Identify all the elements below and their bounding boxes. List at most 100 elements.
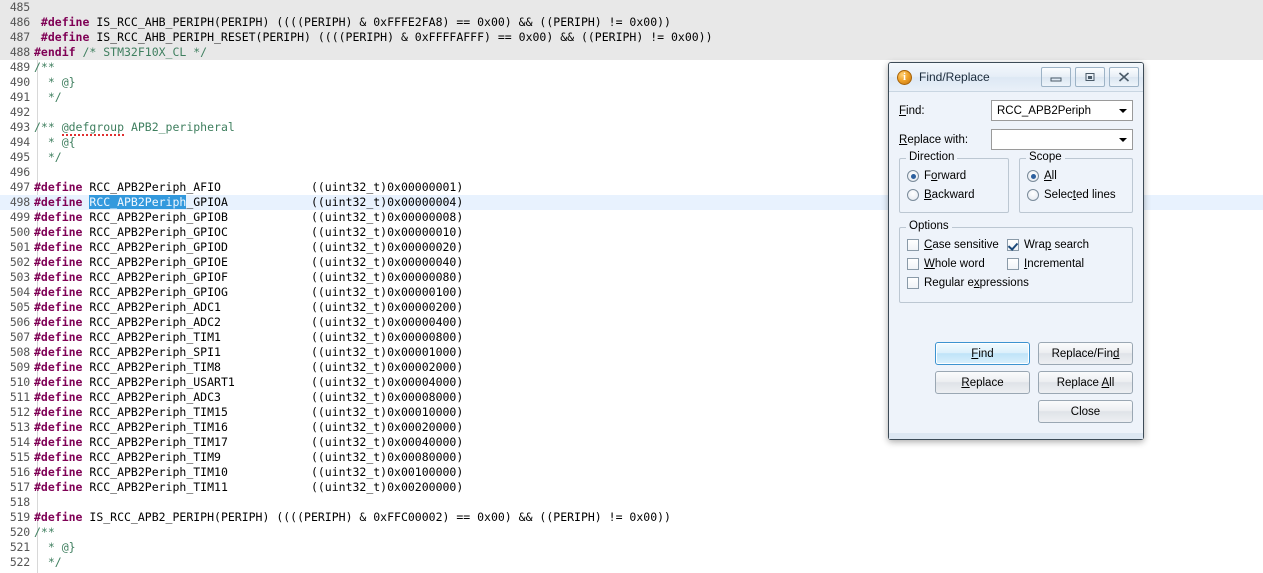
code-line-text: */ (34, 150, 62, 164)
code-token: /** (34, 525, 55, 539)
code-token: RCC_APB2Periph_TIM10 ((uint32_t)0x001000… (89, 465, 464, 479)
radio-all-indicator[interactable] (1027, 170, 1039, 182)
code-line-text: #define RCC_APB2Periph_GPIOB ((uint32_t)… (34, 210, 463, 224)
line-number: 492 (9, 105, 30, 119)
replace-button[interactable]: Replace (935, 371, 1030, 394)
chevron-down-icon[interactable] (1115, 130, 1132, 149)
code-line-text: #define RCC_APB2Periph_TIM10 ((uint32_t)… (34, 465, 463, 479)
info-circle-icon: i (897, 69, 912, 85)
checkbox-wrap-search[interactable]: Wrap search (1007, 239, 1107, 251)
checkbox-whole-word[interactable]: Whole word (907, 258, 1007, 270)
close-button[interactable] (1109, 67, 1139, 87)
replace-label: Replace with: (899, 133, 969, 146)
radio-backward[interactable]: Backward (907, 187, 1001, 203)
code-token: #define (34, 195, 90, 209)
minimize-button[interactable] (1041, 67, 1071, 87)
chevron-down-icon[interactable] (1115, 101, 1132, 120)
code-token: #define (34, 480, 90, 494)
code-line-text: #define RCC_APB2Periph_TIM15 ((uint32_t)… (34, 405, 463, 419)
radio-selected-lines[interactable]: Selected lines (1027, 187, 1125, 203)
line-number: 509 (9, 360, 30, 374)
code-token: _GPIOA ((uint32_t)0x00000004) (186, 195, 464, 209)
code-token: #endif (34, 45, 83, 59)
find-button[interactable]: Find (935, 342, 1030, 365)
find-input[interactable]: RCC_APB2Periph (991, 100, 1133, 121)
line-number: 515 (9, 450, 30, 464)
radio-forward[interactable]: Forward (907, 168, 1001, 184)
code-line[interactable]: 519 #define IS_RCC_APB2_PERIPH(PERIPH) ((… (0, 510, 1263, 525)
code-line-text: #define RCC_APB2Periph_TIM17 ((uint32_t)… (34, 435, 463, 449)
code-line[interactable]: 517 #define RCC_APB2Periph_TIM11 ((uint32… (0, 480, 1263, 495)
checkbox-incremental[interactable]: Incremental (1007, 258, 1107, 270)
radio-selected-lines-indicator[interactable] (1027, 189, 1039, 201)
code-line[interactable]: 518 (0, 495, 1263, 510)
find-input-value: RCC_APB2Periph (997, 104, 1091, 117)
checkbox-incremental-indicator[interactable] (1007, 258, 1019, 270)
checkbox-regular-expressions-label: Regular expressions (924, 277, 1029, 289)
code-token: #define (34, 375, 90, 389)
code-token: RCC_APB2Periph_TIM1 ((uint32_t)0x0000080… (89, 330, 464, 344)
code-line[interactable]: 520 /** (0, 525, 1263, 540)
find-replace-dialog[interactable]: i Find/Replace Find: RCC_APB2Periph Repl… (888, 62, 1144, 440)
code-token: #define (34, 270, 90, 284)
code-line-text: #define RCC_APB2Periph_TIM9 ((uint32_t)0… (34, 450, 463, 464)
code-line[interactable]: 521 * @} (0, 540, 1263, 555)
dialog-titlebar[interactable]: i Find/Replace (889, 63, 1143, 92)
line-number: 519 (9, 510, 30, 524)
code-token: RCC_APB2Periph_ADC1 ((uint32_t)0x0000020… (89, 300, 464, 314)
dialog-body: Find: RCC_APB2Periph Replace with: Direc… (889, 92, 1143, 439)
code-line-text: #define RCC_APB2Periph_AFIO ((uint32_t)0… (34, 180, 463, 194)
line-number: 485 (9, 0, 30, 14)
direction-group-title: Direction (906, 151, 958, 163)
radio-all-label: All (1044, 170, 1057, 182)
code-line[interactable]: 487 #define IS_RCC_AHB_PERIPH_RESET(PERI… (0, 30, 1263, 45)
code-token: * @} (34, 75, 76, 89)
checkbox-regular-expressions-indicator[interactable] (907, 277, 919, 289)
replace-input[interactable] (991, 129, 1133, 150)
code-line-text: /** (34, 60, 55, 74)
code-token: #define (34, 180, 90, 194)
checkbox-regular-expressions[interactable]: Regular expressions (907, 275, 1125, 291)
radio-all[interactable]: All (1027, 168, 1125, 184)
code-token: #define (34, 450, 90, 464)
options-group: Options Case sensitive Wrap search Whole… (899, 220, 1133, 303)
code-line-text: #define IS_RCC_APB2_PERIPH(PERIPH) ((((P… (34, 510, 671, 524)
code-token: * @} (34, 540, 76, 554)
checkbox-case-sensitive[interactable]: Case sensitive (907, 239, 1007, 251)
line-number: 487 (9, 30, 30, 44)
checkbox-case-sensitive-indicator[interactable] (907, 239, 919, 251)
radio-backward-indicator[interactable] (907, 189, 919, 201)
code-line[interactable]: 488 #endif /* STM32F10X_CL */ (0, 45, 1263, 60)
code-line[interactable]: 522 */ (0, 555, 1263, 570)
line-number: 500 (9, 225, 30, 239)
code-token: RCC_APB2Periph_GPIOD ((uint32_t)0x000000… (89, 240, 464, 254)
code-token: #define (34, 225, 90, 239)
code-line-text: #define RCC_APB2Periph_TIM8 ((uint32_t)0… (34, 360, 463, 374)
line-number: 518 (9, 495, 30, 509)
maximize-button[interactable] (1075, 67, 1105, 87)
replace-find-button[interactable]: Replace/Find (1038, 342, 1133, 365)
code-line-text: #define RCC_APB2Periph_GPIOE ((uint32_t)… (34, 255, 463, 269)
code-line[interactable]: 485 (0, 0, 1263, 15)
code-line-text: #define RCC_APB2Periph_GPIOF ((uint32_t)… (34, 270, 463, 284)
code-line-text: #endif /* STM32F10X_CL */ (34, 45, 207, 59)
code-token: #define (34, 285, 90, 299)
code-token: RCC_APB2Periph_TIM17 ((uint32_t)0x000400… (89, 435, 464, 449)
options-row-1: Case sensitive Wrap search (907, 237, 1125, 253)
code-line[interactable]: 486 #define IS_RCC_AHB_PERIPH(PERIPH) ((… (0, 15, 1263, 30)
code-token: * @{ (34, 135, 76, 149)
close-dialog-button[interactable]: Close (1038, 400, 1133, 423)
checkbox-wrap-search-indicator[interactable] (1007, 239, 1019, 251)
replace-all-button[interactable]: Replace All (1038, 371, 1133, 394)
code-line[interactable]: 515 #define RCC_APB2Periph_TIM9 ((uint32_… (0, 450, 1263, 465)
options-row-2: Whole word Incremental (907, 256, 1125, 272)
scope-group: Scope All Selected lines (1019, 151, 1133, 213)
line-number: 503 (9, 270, 30, 284)
code-line-text: */ (34, 555, 62, 569)
line-number: 490 (9, 75, 30, 89)
radio-forward-indicator[interactable] (907, 170, 919, 182)
checkbox-whole-word-indicator[interactable] (907, 258, 919, 270)
code-line[interactable]: 516 #define RCC_APB2Periph_TIM10 ((uint32… (0, 465, 1263, 480)
code-line-text: #define RCC_APB2Periph_TIM11 ((uint32_t)… (34, 480, 463, 494)
code-token: RCC_APB2Periph_ADC2 ((uint32_t)0x0000040… (89, 315, 464, 329)
